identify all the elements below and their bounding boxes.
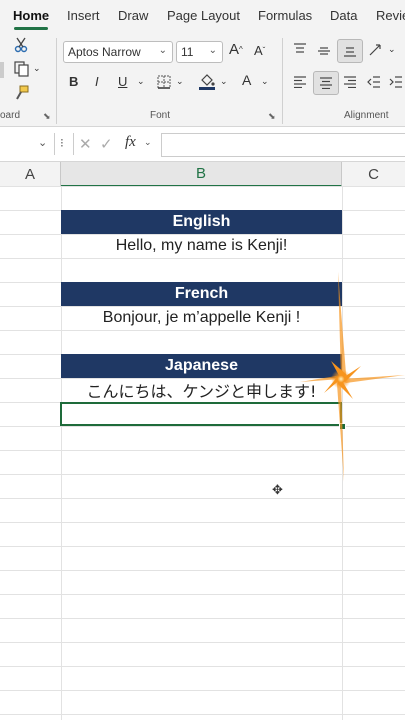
fill-color-button[interactable] [198,72,216,92]
gridline [0,546,405,547]
align-left-icon[interactable] [292,74,308,90]
increase-font-size-button[interactable]: A ^ [229,41,243,58]
format-painter-icon[interactable] [12,83,32,103]
sparkle-icon [300,272,405,482]
cell-b3-english[interactable]: English [61,210,342,234]
bottom-align-icon[interactable] [337,39,363,63]
underline-dropdown-icon[interactable]: ⌄ [137,76,145,87]
fill-color-dropdown-icon[interactable]: ⌄ [220,76,228,87]
underline-button[interactable]: U [118,74,127,89]
worksheet-grid: A B C English Hello, my name is Kenji! F… [0,162,405,720]
clipboard-group-label: oard [0,110,21,121]
group-separator [56,38,57,124]
cancel-icon[interactable]: ✕ [79,135,92,153]
chevron-down-icon: ⌄ [38,137,48,149]
copy-dropdown-chevron-icon[interactable]: ⌄ [33,63,41,74]
align-center-icon[interactable] [313,71,339,95]
group-separator [282,38,283,124]
decrease-font-size-button[interactable]: Aˇ [254,43,265,58]
tab-page-layout[interactable]: Page Layout [167,8,240,23]
cell-b4[interactable]: Hello, my name is Kenji! [61,234,342,258]
ribbon-tab-bar: Home Insert Draw Page Layout Formulas Da… [0,0,405,32]
gridline [0,594,405,595]
gridline [0,618,405,619]
copy-icon[interactable] [12,59,32,79]
cursor-crosshair-icon: ✥ [272,482,283,497]
font-size-value: 11 [181,45,194,59]
top-align-icon[interactable] [292,41,308,57]
insert-function-icon[interactable]: fx [125,134,136,151]
shrink-font-icon: A [254,43,263,58]
name-box[interactable]: ⌄ [0,133,55,155]
tab-data[interactable]: Data [330,8,357,23]
font-size-select[interactable]: 11 ⌄ [176,41,223,63]
orientation-icon[interactable] [367,42,385,58]
middle-align-icon[interactable] [316,43,332,59]
grow-font-icon: A [229,41,240,58]
separator [73,133,74,155]
formula-input[interactable] [161,133,405,157]
borders-icon[interactable] [156,74,172,90]
orientation-dropdown-icon[interactable]: ⌄ [388,44,396,55]
font-name-select[interactable]: Aptos Narrow ⌄ [63,41,173,63]
tab-review[interactable]: Revie [376,8,405,23]
clipboard-launcher-icon[interactable]: ⬊ [43,111,51,122]
gridline [0,690,405,691]
font-color-icon: A [242,72,252,88]
gridline [61,187,62,720]
gridline [0,642,405,643]
gridline [0,258,405,259]
paste-icon-edge[interactable] [0,62,4,78]
gridline [0,714,405,715]
font-launcher-icon[interactable]: ⬊ [268,111,276,122]
increase-indent-icon[interactable] [388,74,404,90]
gridline [0,498,405,499]
column-header-b[interactable]: B [61,162,342,187]
font-name-value: Aptos Narrow [68,45,141,59]
font-group-label: Font [150,110,171,121]
tab-insert[interactable]: Insert [67,8,100,23]
font-color-button[interactable]: A [242,72,251,88]
chevron-down-icon: ⌄ [208,45,217,56]
gridline [0,186,405,187]
borders-dropdown-icon[interactable]: ⌄ [176,76,184,87]
gridline [0,522,405,523]
italic-button[interactable]: I [95,74,99,89]
ribbon: ⌄ oard ⬊ Aptos Narrow ⌄ 11 ⌄ A ^ Aˇ B I U… [0,32,405,127]
alignment-group-label: Alignment [344,110,389,121]
column-header-c[interactable]: C [342,162,405,187]
decrease-indent-icon[interactable] [366,74,382,90]
chevron-down-icon[interactable]: ⌄ [144,137,152,148]
font-color-dropdown-icon[interactable]: ⌄ [261,76,269,87]
gridline [0,666,405,667]
tab-home[interactable]: Home [13,8,49,23]
gridline [0,570,405,571]
cut-icon[interactable] [12,36,30,54]
tab-formulas[interactable]: Formulas [258,8,312,23]
align-right-icon[interactable] [342,74,358,90]
chevron-down-icon: ⌄ [158,45,167,56]
active-tab-indicator [14,27,48,30]
enter-check-icon[interactable]: ✓ [100,135,113,153]
column-header-a[interactable]: A [0,162,61,187]
tab-draw[interactable]: Draw [118,8,148,23]
formula-bar: ⌄ ⁝ ✕ ✓ fx ⌄ [0,127,405,162]
more-options-icon[interactable]: ⁝ [60,136,64,150]
bold-button[interactable]: B [69,74,78,89]
